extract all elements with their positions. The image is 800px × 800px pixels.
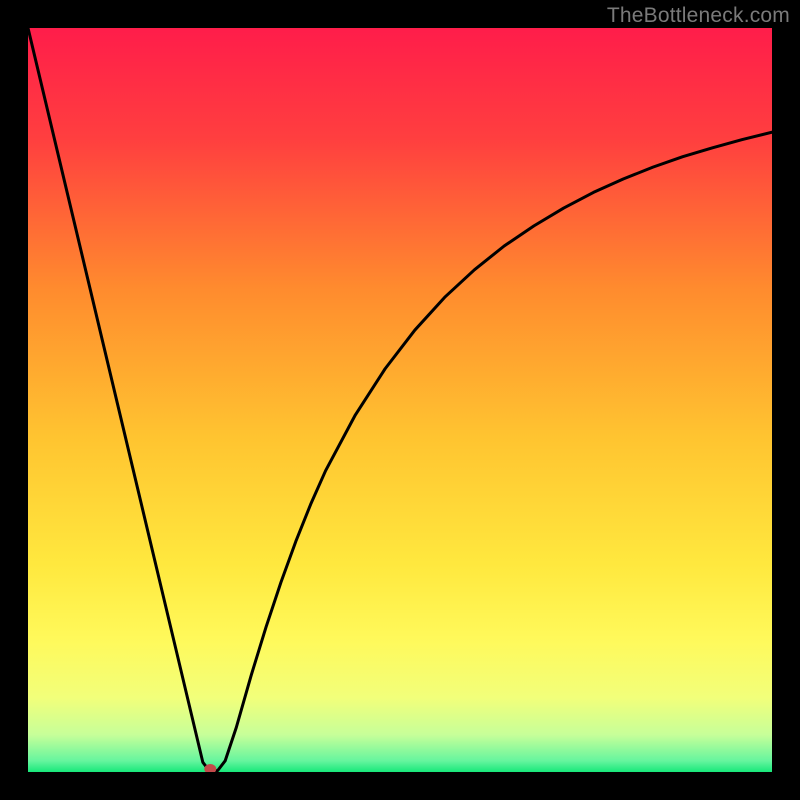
gradient-background [28,28,772,772]
chart-frame [28,28,772,772]
chart-svg [28,28,772,772]
watermark-text: TheBottleneck.com [607,4,790,28]
